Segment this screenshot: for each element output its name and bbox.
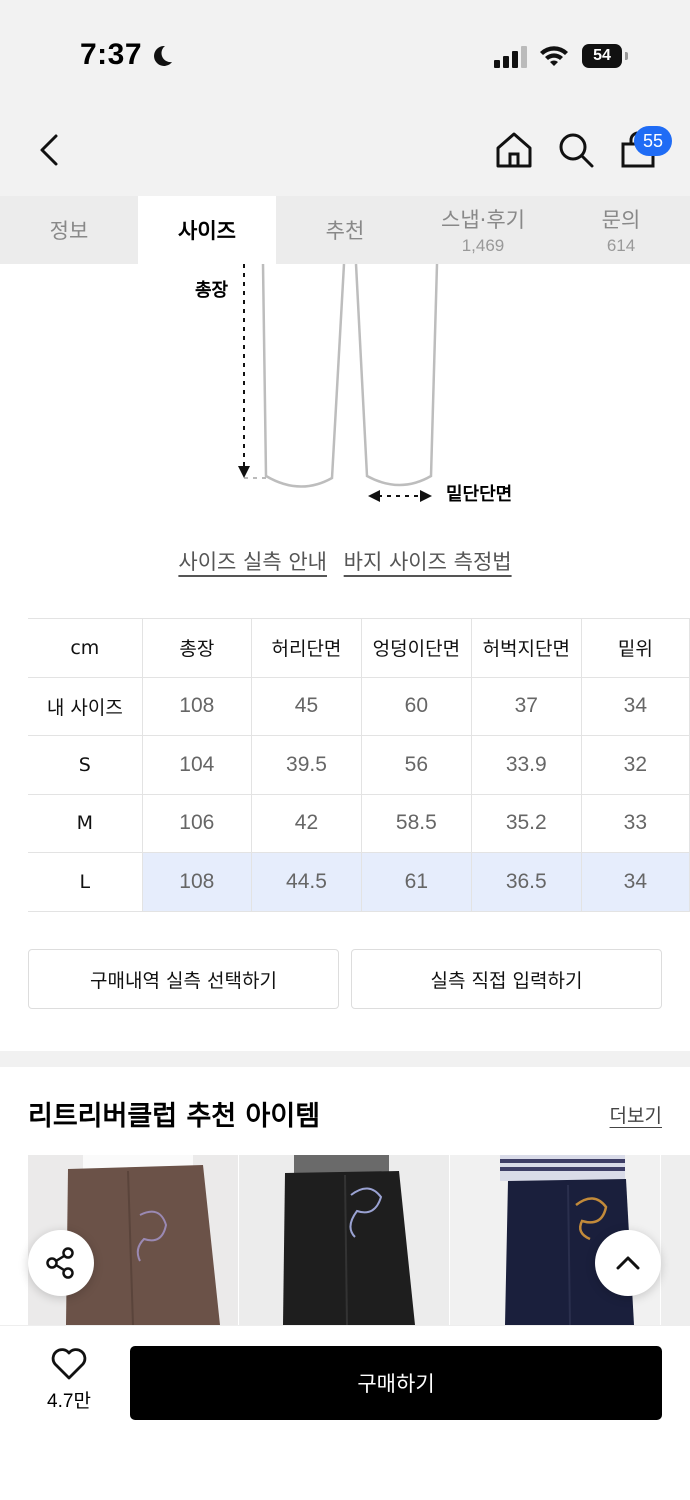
- table-cell: 60: [360, 676, 472, 736]
- tab-count: 614: [606, 236, 636, 255]
- tab-inquiry[interactable]: 문의 614: [552, 196, 690, 264]
- scroll-top-button[interactable]: [595, 1230, 661, 1296]
- tab-label: 정보: [49, 219, 89, 243]
- tab-label: 문의: [601, 208, 641, 232]
- like-button[interactable]: 4.7만: [36, 1348, 102, 1413]
- size-guide-links: 사이즈 실측 안내 바지 사이즈 측정법: [0, 546, 690, 576]
- table-row: S 104 39.5 56 33.9 32: [28, 735, 690, 795]
- table-cell: 106: [141, 793, 253, 853]
- size-table-wrap[interactable]: cm 총장 허리단면 엉덩이단면 허벅지단면 밑위 내 사이즈 108 45 6…: [0, 610, 690, 920]
- table-cell: 39.5: [251, 735, 362, 795]
- table-header-row: cm 총장 허리단면 엉덩이단면 허벅지단면 밑위: [28, 618, 690, 678]
- row-label: 내 사이즈: [28, 676, 143, 736]
- table-cell: 34: [580, 852, 690, 912]
- tab-recommend[interactable]: 추천: [276, 196, 414, 264]
- hem-width-label: 밑단단면: [446, 484, 513, 505]
- table-cell: 61: [360, 852, 472, 912]
- table-header-cell: 총장: [141, 618, 253, 678]
- section-divider: [0, 1051, 690, 1067]
- size-action-buttons: 구매내역 실측 선택하기 실측 직접 입력하기: [28, 949, 662, 1009]
- product-image[interactable]: [239, 1155, 449, 1325]
- table-cell: 108: [141, 676, 253, 736]
- share-button[interactable]: [28, 1230, 94, 1296]
- wifi-icon: [540, 46, 568, 66]
- table-cell: 58.5: [360, 793, 472, 853]
- row-label: S: [28, 735, 143, 795]
- top-nav: [0, 100, 690, 196]
- cart-count-badge: 55: [634, 126, 672, 156]
- recommend-title: 리트리버클럽 추천 아이템: [28, 1101, 321, 1132]
- table-cell: 104: [141, 735, 253, 795]
- tab-count: 1,469: [461, 236, 505, 255]
- table-cell: 44.5: [251, 852, 362, 912]
- home-icon[interactable]: [494, 130, 534, 170]
- table-cell: 32: [580, 735, 690, 795]
- status-time: 7:37: [80, 38, 143, 71]
- signal-icon: [494, 46, 527, 68]
- more-link[interactable]: 더보기: [610, 1101, 662, 1128]
- manual-input-button[interactable]: 실측 직접 입력하기: [351, 949, 662, 1009]
- tab-size[interactable]: 사이즈: [138, 196, 276, 264]
- table-row: M 106 42 58.5 35.2 33: [28, 793, 690, 853]
- row-label: L: [28, 852, 143, 912]
- recommended-products[interactable]: [28, 1155, 690, 1325]
- back-icon[interactable]: [30, 130, 70, 170]
- tab-snap-review[interactable]: 스냅·후기 1,469: [414, 196, 552, 264]
- share-icon: [46, 1247, 74, 1279]
- table-cell: 45: [251, 676, 362, 736]
- table-header-cell: 밑위: [580, 618, 690, 678]
- table-row-highlighted: L 108 44.5 61 36.5 34: [28, 852, 690, 912]
- pants-size-diagram: [238, 264, 439, 502]
- battery-icon: 54: [582, 44, 628, 68]
- buy-button[interactable]: 구매하기: [130, 1346, 662, 1420]
- moon-icon: [154, 45, 172, 66]
- like-count: 4.7만: [47, 1391, 91, 1412]
- table-cell: 35.2: [470, 793, 582, 853]
- chevron-up-icon: [616, 1256, 640, 1270]
- row-label: M: [28, 793, 143, 853]
- select-purchase-history-button[interactable]: 구매내역 실측 선택하기: [28, 949, 339, 1009]
- table-cell: 108: [141, 852, 253, 912]
- table-cell: 33.9: [470, 735, 582, 795]
- product-image[interactable]: [661, 1155, 690, 1325]
- total-length-label: 총장: [195, 280, 229, 301]
- pants-measure-method-link[interactable]: 바지 사이즈 측정법: [344, 550, 512, 574]
- heart-icon: [51, 1348, 87, 1380]
- size-measure-guide-link[interactable]: 사이즈 실측 안내: [178, 550, 327, 574]
- table-cell: 33: [580, 793, 690, 853]
- table-header-cell: 허리단면: [251, 618, 362, 678]
- tab-label: 스냅·후기: [441, 208, 525, 232]
- table-header-cell: cm: [28, 618, 143, 678]
- table-header-cell: 엉덩이단면: [360, 618, 472, 678]
- table-cell: 36.5: [470, 852, 582, 912]
- tab-label: 사이즈: [178, 219, 236, 243]
- table-cell: 34: [580, 676, 690, 736]
- search-icon[interactable]: [556, 130, 596, 170]
- status-bar: 7:37 54: [0, 0, 690, 100]
- tab-label: 추천: [325, 219, 365, 243]
- table-cell: 56: [360, 735, 472, 795]
- table-header-cell: 허벅지단면: [470, 618, 582, 678]
- table-row: 내 사이즈 108 45 60 37 34: [28, 676, 690, 736]
- product-tabs: 정보 사이즈 추천 스냅·후기 1,469 문의 614: [0, 196, 690, 264]
- table-cell: 37: [470, 676, 582, 736]
- table-cell: 42: [251, 793, 362, 853]
- size-table: cm 총장 허리단면 엉덩이단면 허벅지단면 밑위 내 사이즈 108 45 6…: [28, 618, 690, 912]
- tab-info[interactable]: 정보: [0, 196, 138, 264]
